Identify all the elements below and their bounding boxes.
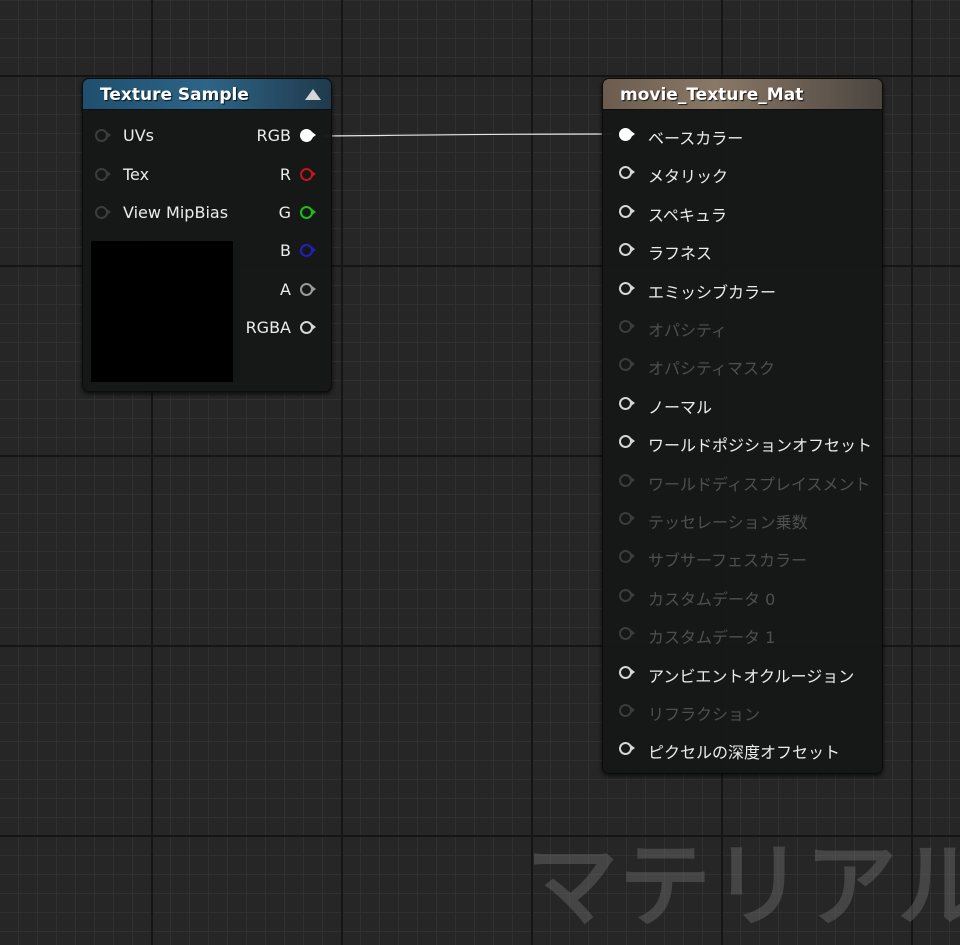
pin-label: ラフネス xyxy=(648,244,713,264)
pin-label: RGB xyxy=(256,126,292,145)
pin-label: オパシティ xyxy=(648,321,728,340)
pin-circle-icon[interactable] xyxy=(300,321,316,334)
pin-circle-icon[interactable] xyxy=(619,204,635,218)
pin-circle-icon[interactable] xyxy=(619,435,635,449)
pin-circle-icon[interactable] xyxy=(619,627,635,641)
pin-circle-icon[interactable] xyxy=(619,742,635,756)
pin-circle-icon[interactable] xyxy=(619,281,635,295)
pin-circle-icon[interactable] xyxy=(300,206,316,219)
pin-circle-icon[interactable] xyxy=(619,588,635,602)
pin-label: スペキュラ xyxy=(648,205,727,225)
output-pin-r[interactable]: R xyxy=(201,165,321,185)
pin-circle-icon[interactable] xyxy=(95,206,111,219)
pin-circle-icon[interactable] xyxy=(619,396,635,410)
pin-label: オパシティマスク xyxy=(648,359,776,379)
pin-circle-icon[interactable] xyxy=(619,128,635,141)
pin-label: ベースカラー xyxy=(648,129,744,148)
pin-circle-icon[interactable] xyxy=(300,129,316,142)
material-watermark: マテリアル xyxy=(526,833,960,940)
pin-label: サブサーフェスカラー xyxy=(648,551,808,571)
pin-label: ワールドディスプレイスメント xyxy=(648,474,871,494)
pin-circle-icon[interactable] xyxy=(619,358,635,372)
pin-circle-icon[interactable] xyxy=(619,550,635,564)
pin-circle-icon[interactable] xyxy=(619,473,635,487)
pin-label: B xyxy=(280,241,291,260)
texture-preview xyxy=(91,241,233,382)
texture-sample-header[interactable]: Texture Sample xyxy=(83,79,331,110)
material-title: movie_Texture_Mat xyxy=(620,85,804,105)
pin-label: R xyxy=(279,165,291,184)
pin-circle-icon[interactable] xyxy=(619,665,635,679)
texture-sample-title: Texture Sample xyxy=(100,85,249,105)
material-header[interactable]: movie_Texture_Mat xyxy=(603,79,882,110)
pin-circle-icon[interactable] xyxy=(300,283,316,296)
pin-label: アンビエントオクルージョン xyxy=(648,666,855,686)
pin-label: カスタムデータ 0 xyxy=(648,589,776,609)
pin-circle-icon[interactable] xyxy=(619,512,635,525)
pin-circle-icon[interactable] xyxy=(619,320,635,333)
pin-label: エミッシブカラー xyxy=(648,282,777,302)
pin-label: メタリック xyxy=(648,167,729,187)
texture-sample-node[interactable]: Texture Sample UVs Tex View MipBias RGB … xyxy=(82,78,332,392)
pin-label: RGBA xyxy=(245,318,291,337)
collapse-arrow-icon[interactable] xyxy=(305,89,321,100)
pin-label: テッセレーション乗数 xyxy=(648,513,808,532)
pin-label: ワールドポジションオフセット xyxy=(648,436,873,456)
pin-circle-icon[interactable] xyxy=(619,243,635,257)
pin-label: ピクセルの深度オフセット xyxy=(648,743,841,763)
pin-circle-icon[interactable] xyxy=(619,704,635,717)
pin-label: G xyxy=(278,203,291,222)
output-pin-g[interactable]: G xyxy=(201,203,321,223)
pin-circle-icon[interactable] xyxy=(619,166,635,180)
pin-label: ノーマル xyxy=(648,397,713,417)
pin-label: カスタムデータ 1 xyxy=(648,628,776,648)
pin-label: リフラクション xyxy=(648,705,761,724)
material-result-node[interactable]: movie_Texture_Mat ベースカラー メタリックスペキュララフネスエミ… xyxy=(602,78,883,774)
pin-label: A xyxy=(280,280,291,299)
pin-circle-icon[interactable] xyxy=(95,129,111,142)
output-pin-rgb[interactable]: RGB xyxy=(201,126,321,146)
pin-circle-icon[interactable] xyxy=(95,168,111,181)
pin-circle-icon[interactable] xyxy=(300,168,316,181)
pin-circle-icon[interactable] xyxy=(300,244,316,257)
pin-label: UVs xyxy=(123,126,154,145)
pin-label: Tex xyxy=(123,165,150,184)
